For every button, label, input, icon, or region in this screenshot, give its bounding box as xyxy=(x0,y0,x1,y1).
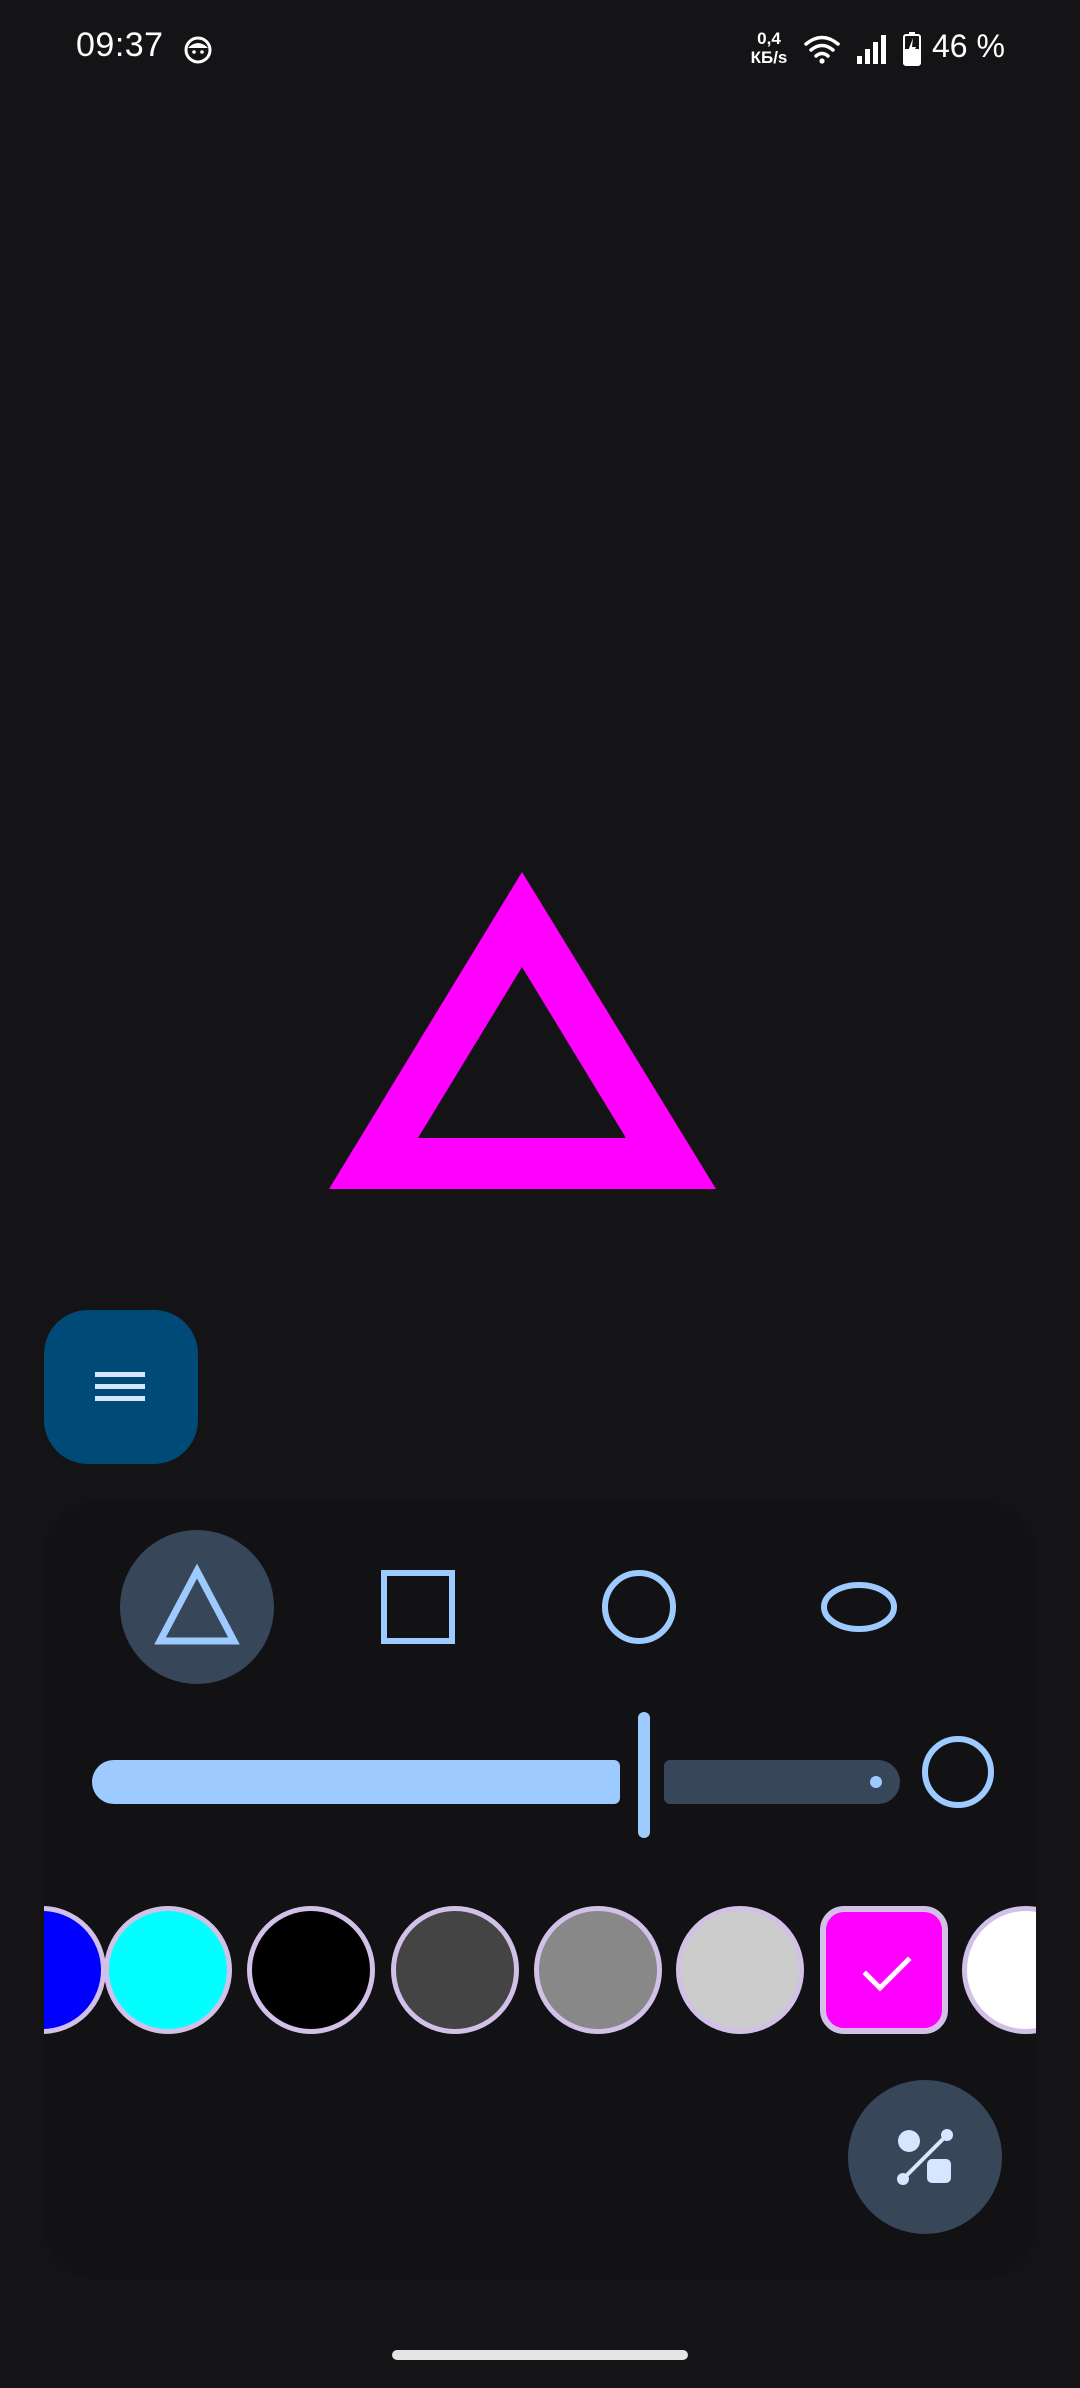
color-swatch-gray[interactable] xyxy=(534,1906,662,2034)
shape-tools-button[interactable] xyxy=(848,2080,1002,2234)
slider-end-dot xyxy=(870,1776,882,1788)
menu-button[interactable] xyxy=(44,1310,198,1464)
drawn-triangle[interactable] xyxy=(329,872,716,1189)
slider-handle[interactable] xyxy=(638,1712,650,1838)
color-palette xyxy=(44,1900,1036,2040)
circle-icon xyxy=(602,1570,676,1644)
status-bar: 09:37 0,4 КБ/s 46 % xyxy=(0,0,1080,100)
slider-inactive-track xyxy=(664,1760,900,1804)
check-icon xyxy=(862,1956,912,1992)
ellipse-icon xyxy=(821,1582,897,1632)
slider-active-track xyxy=(92,1760,620,1804)
triangle-icon xyxy=(154,1563,240,1645)
status-time: 09:37 xyxy=(76,26,164,64)
color-swatch-black[interactable] xyxy=(247,1906,375,2034)
gesture-nav-handle[interactable] xyxy=(392,2350,688,2360)
battery-charging-icon xyxy=(903,32,921,66)
color-swatch-white[interactable] xyxy=(962,1906,1036,2034)
shape-option-triangle[interactable] xyxy=(120,1530,274,1684)
square-icon xyxy=(381,1570,455,1644)
shapes-tool-icon xyxy=(897,2129,953,2185)
drawing-canvas[interactable] xyxy=(0,100,1080,1280)
network-speed-unit: КБ/s xyxy=(750,48,788,67)
stroke-width-slider[interactable] xyxy=(92,1710,952,1840)
shape-option-square[interactable] xyxy=(341,1530,495,1684)
color-swatch-light-gray[interactable] xyxy=(676,1906,804,2034)
canvas-drawing xyxy=(329,872,716,1189)
network-speed-value: 0,4 xyxy=(757,29,781,48)
menu-icon xyxy=(95,1372,145,1401)
battery-percent: 46 % xyxy=(932,28,1005,64)
color-swatch-cyan[interactable] xyxy=(104,1906,232,2034)
stroke-preview-circle xyxy=(922,1736,994,1808)
color-swatch-blue[interactable] xyxy=(44,1906,106,2034)
color-swatch-dark-gray[interactable] xyxy=(391,1906,519,2034)
notification-face-icon xyxy=(184,36,212,64)
shape-option-ellipse[interactable] xyxy=(782,1530,936,1684)
tool-panel xyxy=(44,1500,1036,2280)
wifi-icon xyxy=(804,35,840,64)
color-swatch-magenta[interactable] xyxy=(820,1906,948,2034)
network-speed: 0,4 КБ/s xyxy=(746,29,792,67)
signal-icon xyxy=(857,35,886,64)
shape-option-circle[interactable] xyxy=(562,1530,716,1684)
